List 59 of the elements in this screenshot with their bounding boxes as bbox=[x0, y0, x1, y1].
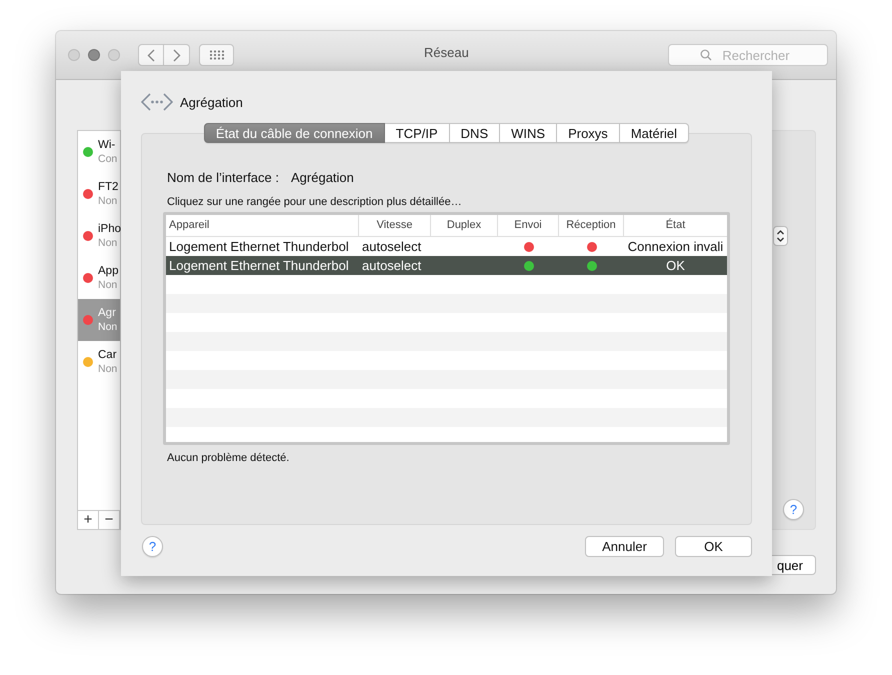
service-name: FT2 bbox=[98, 180, 118, 194]
tab[interactable]: TCP/IP bbox=[384, 123, 450, 143]
help-button[interactable]: ? bbox=[142, 536, 163, 557]
tab[interactable]: Proxys bbox=[557, 123, 620, 143]
column-header[interactable]: État bbox=[624, 215, 727, 236]
column-header[interactable]: Envoi bbox=[498, 215, 559, 236]
service-item[interactable]: Wi- Con bbox=[78, 131, 120, 173]
table-cell-text: Logement Ethernet Thunderbol bbox=[168, 238, 350, 256]
table-cell-text: autoselect bbox=[361, 257, 422, 275]
hint-text: Cliquez sur une rangée pour une description plus détaillée… bbox=[167, 196, 463, 208]
service-item[interactable]: FT2 Non bbox=[78, 173, 120, 215]
table-cell-text: OK bbox=[665, 257, 686, 275]
service-item[interactable]: iPho Non bbox=[78, 215, 120, 257]
stepper-icon[interactable] bbox=[773, 226, 788, 246]
back-button[interactable] bbox=[138, 44, 164, 66]
search-icon bbox=[700, 49, 712, 61]
table-cell-text: Connexion invali bbox=[626, 238, 724, 256]
service-name: Wi- bbox=[98, 138, 116, 152]
service-status: Non bbox=[98, 194, 118, 208]
tab[interactable]: DNS bbox=[450, 123, 500, 143]
service-status: Non bbox=[98, 362, 118, 376]
service-name: Car bbox=[98, 348, 118, 362]
search-field[interactable]: Rechercher bbox=[668, 44, 828, 66]
service-name: App bbox=[98, 264, 118, 278]
help-button[interactable]: ? bbox=[783, 499, 804, 520]
column-header[interactable]: Vitesse bbox=[359, 215, 431, 236]
column-header[interactable]: Appareil bbox=[166, 215, 359, 236]
status-message: Aucun problème détecté. bbox=[167, 452, 290, 464]
grid-icon bbox=[208, 50, 224, 60]
apply-button[interactable]: quer bbox=[772, 555, 816, 575]
interface-name: Agrégation bbox=[291, 170, 354, 185]
service-status: Con bbox=[98, 152, 118, 166]
service-item[interactable]: App Non bbox=[78, 257, 120, 299]
forward-button[interactable] bbox=[164, 44, 190, 66]
table-row[interactable]: Logement Ethernet Thunderbol autoselect OK bbox=[166, 256, 727, 275]
service-name: Agr bbox=[98, 306, 117, 320]
tab[interactable]: WINS bbox=[500, 123, 558, 143]
interface-title: Agrégation bbox=[180, 94, 243, 110]
column-header[interactable]: Duplex bbox=[431, 215, 498, 236]
service-status: Non bbox=[98, 236, 118, 250]
network-icon bbox=[141, 93, 173, 111]
chevron-right-icon bbox=[172, 48, 180, 62]
table-cell-text: autoselect bbox=[361, 238, 422, 256]
service-item[interactable]: Car Non bbox=[78, 341, 120, 383]
column-header[interactable]: Réception bbox=[559, 215, 624, 236]
minimize-button[interactable] bbox=[88, 49, 100, 61]
show-all-button[interactable] bbox=[199, 44, 234, 66]
interface-label: Nom de l’interface : bbox=[167, 170, 279, 185]
chevron-left-icon bbox=[147, 48, 155, 62]
ok-button[interactable]: OK bbox=[675, 536, 752, 557]
service-status: Non bbox=[98, 278, 118, 292]
service-name: iPho bbox=[98, 222, 122, 236]
tab[interactable]: État du câble de connexion bbox=[204, 123, 385, 143]
cancel-button[interactable]: Annuler bbox=[585, 536, 664, 557]
window-title: Réseau bbox=[424, 45, 469, 60]
table-cell-text: Logement Ethernet Thunderbol bbox=[168, 257, 350, 275]
tab[interactable]: Matériel bbox=[620, 123, 690, 143]
service-status: Non bbox=[98, 320, 118, 334]
table-row[interactable]: Logement Ethernet Thunderbol autoselect Connexion invali bbox=[166, 237, 727, 256]
